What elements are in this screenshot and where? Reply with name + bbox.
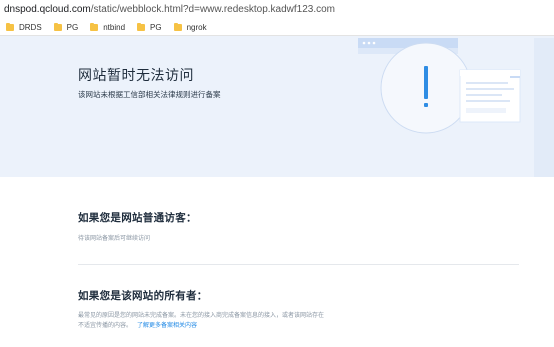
- address-bar[interactable]: dnspod.qcloud.com/static/webblock.html?d…: [0, 0, 554, 19]
- page-title: 网站暂时无法访问: [78, 68, 194, 84]
- owner-text-line2: 不适宜传播的内容。: [78, 322, 133, 329]
- folder-icon: [6, 22, 14, 31]
- page-subtitle: 该网站未根据工信部相关法律规则进行备案: [78, 90, 221, 99]
- folder-icon: [53, 22, 62, 31]
- browser-chrome: dnspod.qcloud.com/static/webblock.html?d…: [0, 0, 554, 36]
- warning-illustration: [358, 38, 554, 177]
- bookmarks-bar: DRDS PG ntbind PG ngrok: [0, 19, 554, 36]
- folder-icon: [137, 22, 146, 31]
- owner-text: 最常见的原因是您的网站未完成备案。未在您的接入商完成备案信息的接入，或者该网站存…: [78, 311, 519, 331]
- folder-icon: [90, 22, 99, 31]
- bookmark-ngrok[interactable]: ngrok: [173, 22, 207, 32]
- visitor-title: 如果您是网站普通访客：: [78, 212, 197, 224]
- hero-banner: 网站暂时无法访问 该网站未根据工信部相关法律规则进行备案: [0, 36, 554, 177]
- learn-more-link[interactable]: 了解更多备案相关内容: [137, 322, 197, 329]
- bookmark-label: DRDS: [19, 22, 42, 32]
- bookmark-pg-2[interactable]: PG: [137, 22, 162, 32]
- bookmark-label: ntbind: [103, 22, 126, 32]
- owner-title: 如果您是该网站的所有者：: [78, 290, 208, 302]
- visitor-text: 待该网站备案后可继续访问: [78, 235, 151, 242]
- folder-icon: [173, 22, 182, 31]
- url-host: dnspod.qcloud.com: [4, 4, 91, 15]
- bookmark-label: PG: [150, 22, 162, 32]
- bookmark-ntbind[interactable]: ntbind: [90, 22, 126, 32]
- divider: [78, 264, 519, 265]
- bookmark-label: ngrok: [186, 22, 207, 32]
- bookmark-drds[interactable]: DRDS: [6, 22, 42, 32]
- owner-text-line1: 最常见的原因是您的网站未完成备案。未在您的接入商完成备案信息的接入，或者该网站存…: [78, 312, 325, 319]
- bookmark-pg[interactable]: PG: [53, 22, 79, 32]
- url-path: /static/webblock.html?d=www.redesktop.ka…: [90, 4, 336, 15]
- owner-section: 如果您是该网站的所有者： 最常见的原因是您的网站未完成备案。未在您的接入商完成备…: [78, 288, 519, 331]
- visitor-section: 如果您是网站普通访客： 待该网站备案后可继续访问: [78, 210, 519, 244]
- bookmark-label: PG: [66, 22, 79, 32]
